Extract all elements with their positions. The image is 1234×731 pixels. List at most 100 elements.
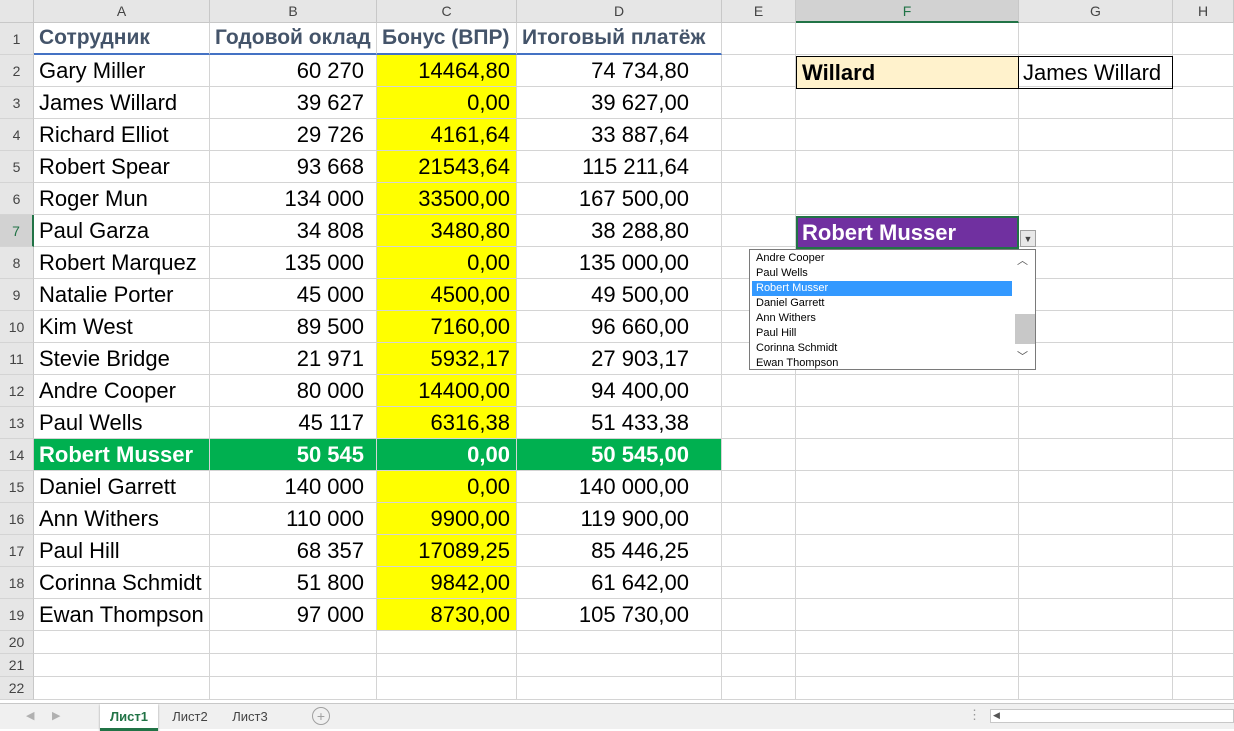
table-header-cell[interactable]: Итоговый платёж [517,23,722,55]
table-cell[interactable]: Robert Marquez [34,247,210,279]
row-header-1[interactable]: 1 [0,23,34,55]
empty-cell[interactable] [210,654,377,677]
column-header-e[interactable]: E [722,0,796,23]
row-header-19[interactable]: 19 [0,599,34,631]
empty-cell[interactable] [1173,567,1234,599]
empty-cell[interactable] [722,677,796,700]
empty-cell[interactable] [1173,471,1234,503]
empty-cell[interactable] [722,183,796,215]
table-cell[interactable]: Robert Spear [34,151,210,183]
table-cell[interactable]: Paul Hill [34,535,210,567]
table-cell[interactable]: Gary Miller [34,55,210,87]
table-cell[interactable]: 5932,17 [377,343,517,375]
table-cell[interactable]: 97 000 [210,599,377,631]
table-cell[interactable]: 7160,00 [377,311,517,343]
horizontal-scrollbar[interactable]: ◀ [990,709,1234,723]
empty-cell[interactable] [1019,631,1173,654]
empty-cell[interactable] [1019,151,1173,183]
table-cell[interactable]: 4161,64 [377,119,517,151]
scroll-up-icon[interactable]: ︿ [1017,252,1028,268]
empty-cell[interactable] [722,654,796,677]
add-sheet-icon[interactable]: + [312,707,330,725]
empty-cell[interactable] [722,119,796,151]
empty-cell[interactable] [1019,677,1173,700]
table-cell[interactable]: 38 288,80 [517,215,722,247]
table-cell[interactable]: 21 971 [210,343,377,375]
empty-cell[interactable] [722,87,796,119]
table-cell[interactable]: Robert Musser [34,439,210,471]
table-cell[interactable]: Richard Elliot [34,119,210,151]
table-cell[interactable]: 21543,64 [377,151,517,183]
empty-cell[interactable] [1173,654,1234,677]
empty-cell[interactable] [1173,599,1234,631]
row-header-21[interactable]: 21 [0,654,34,677]
table-cell[interactable]: 167 500,00 [517,183,722,215]
empty-cell[interactable] [722,503,796,535]
empty-cell[interactable] [796,503,1019,535]
table-cell[interactable]: 68 357 [210,535,377,567]
row-header-13[interactable]: 13 [0,407,34,439]
empty-cell[interactable] [1019,654,1173,677]
empty-cell[interactable] [377,631,517,654]
table-cell[interactable]: 80 000 [210,375,377,407]
table-cell[interactable]: 49 500,00 [517,279,722,311]
row-header-5[interactable]: 5 [0,151,34,183]
table-cell[interactable]: 119 900,00 [517,503,722,535]
empty-cell[interactable] [1019,407,1173,439]
empty-cell[interactable] [722,215,796,247]
empty-cell[interactable] [796,654,1019,677]
dropdown-item[interactable]: Ann Withers [752,311,1012,326]
table-cell[interactable]: 27 903,17 [517,343,722,375]
table-cell[interactable]: 45 117 [210,407,377,439]
dropdown-arrow-button[interactable]: ▼ [1020,230,1036,247]
row-header-20[interactable]: 20 [0,631,34,654]
empty-cell[interactable] [1019,439,1173,471]
table-cell[interactable]: 29 726 [210,119,377,151]
table-cell[interactable]: 0,00 [377,439,517,471]
table-cell[interactable]: Paul Wells [34,407,210,439]
table-cell[interactable]: Natalie Porter [34,279,210,311]
empty-cell[interactable] [1173,87,1234,119]
empty-cell[interactable] [722,375,796,407]
empty-cell[interactable] [1173,311,1234,343]
table-cell[interactable]: James Willard [34,87,210,119]
row-header-11[interactable]: 11 [0,343,34,375]
table-cell[interactable]: 34 808 [210,215,377,247]
empty-cell[interactable] [1019,87,1173,119]
empty-cell[interactable] [1019,375,1173,407]
table-cell[interactable]: 39 627 [210,87,377,119]
row-header-7[interactable]: 7 [0,215,34,247]
table-cell[interactable]: 51 433,38 [517,407,722,439]
table-cell[interactable]: 0,00 [377,471,517,503]
empty-cell[interactable] [1019,23,1173,55]
row-header-22[interactable]: 22 [0,677,34,700]
table-cell[interactable]: 0,00 [377,247,517,279]
table-cell[interactable]: 9900,00 [377,503,517,535]
empty-cell[interactable] [1019,343,1173,375]
table-cell[interactable]: 96 660,00 [517,311,722,343]
table-cell[interactable]: 89 500 [210,311,377,343]
empty-cell[interactable] [34,654,210,677]
scroll-left-icon[interactable]: ◀ [993,710,1000,721]
empty-cell[interactable] [210,677,377,700]
table-cell[interactable]: 33500,00 [377,183,517,215]
column-header-c[interactable]: C [377,0,517,23]
dropdown-item[interactable]: Paul Hill [752,326,1012,341]
table-cell[interactable]: 134 000 [210,183,377,215]
prev-sheet-icon[interactable]: ◀ [26,709,34,722]
row-header-6[interactable]: 6 [0,183,34,215]
empty-cell[interactable] [1173,407,1234,439]
empty-cell[interactable] [1019,247,1173,279]
dropdown-item[interactable]: Daniel Garrett [752,296,1012,311]
empty-cell[interactable] [1019,567,1173,599]
empty-cell[interactable] [1173,183,1234,215]
lookup-result-cell[interactable]: James Willard [1018,56,1173,89]
empty-cell[interactable] [796,599,1019,631]
table-cell[interactable]: Ewan Thompson [34,599,210,631]
dropdown-item[interactable]: Corinna Schmidt [752,341,1012,356]
row-header-17[interactable]: 17 [0,535,34,567]
row-header-10[interactable]: 10 [0,311,34,343]
table-cell[interactable]: 33 887,64 [517,119,722,151]
empty-cell[interactable] [1019,471,1173,503]
dropdown-item[interactable]: Robert Musser [752,281,1012,296]
